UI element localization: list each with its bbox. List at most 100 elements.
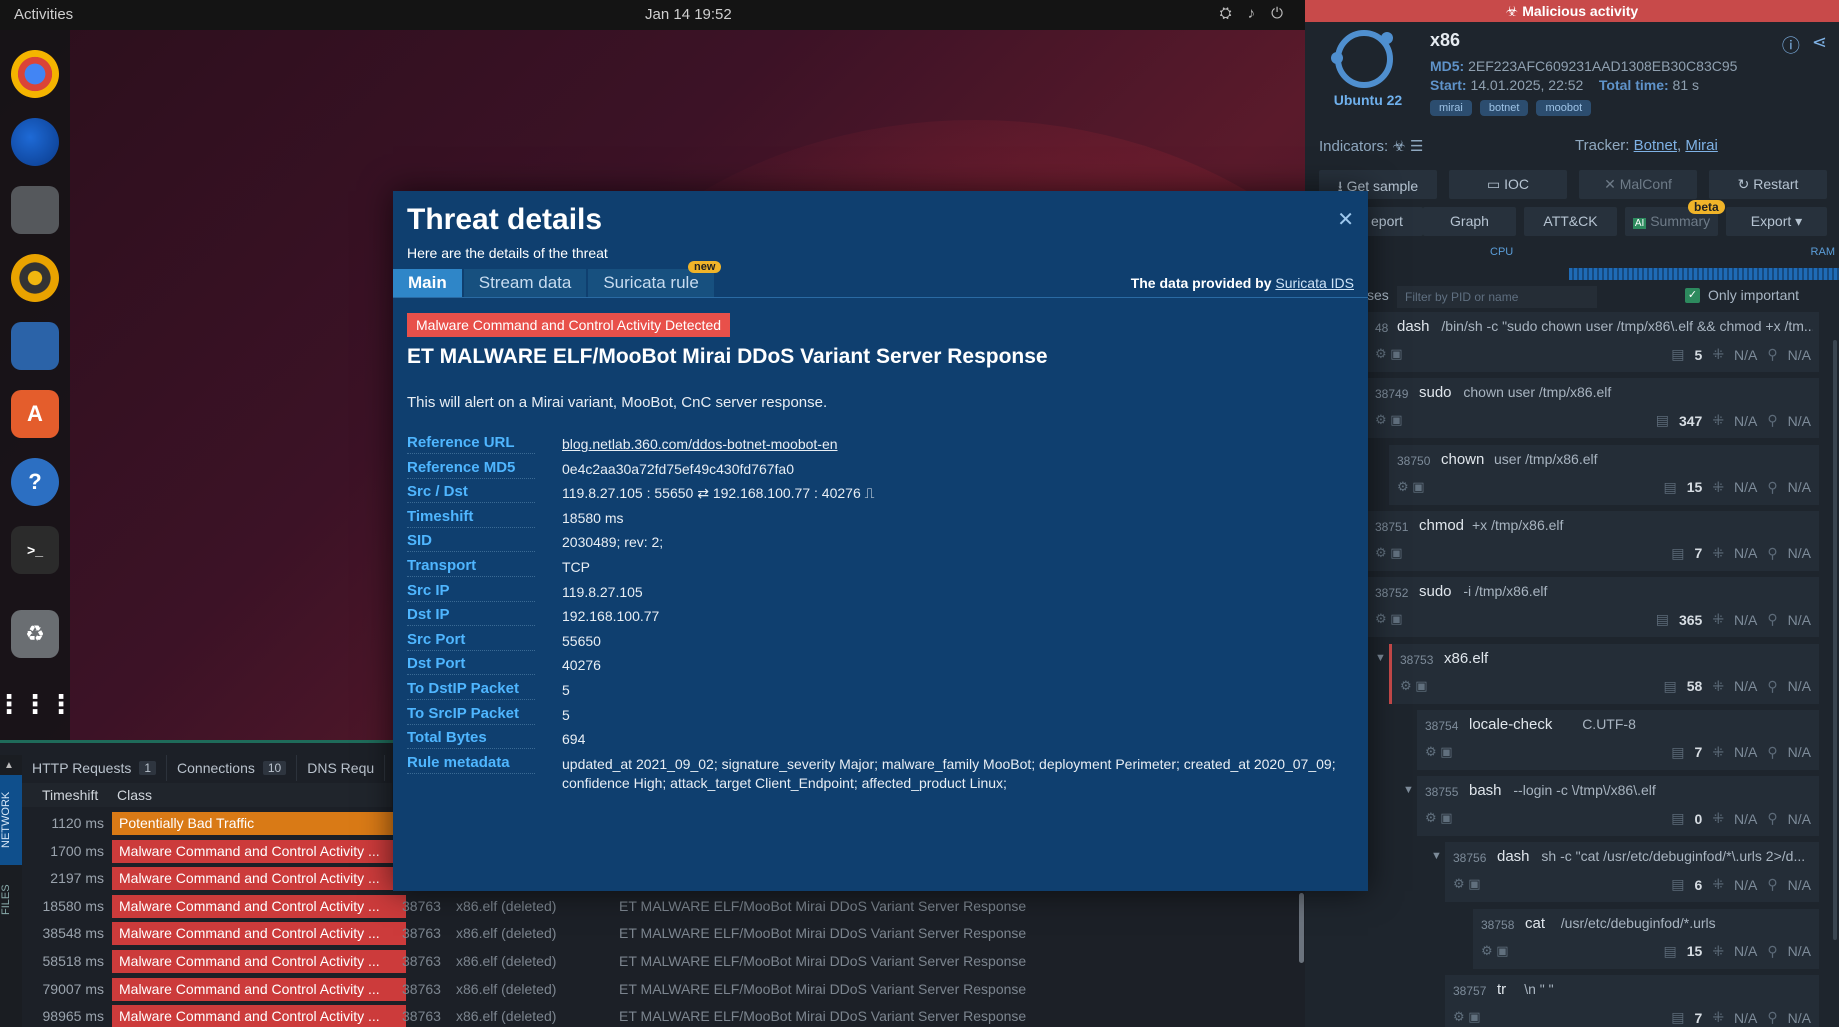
app-grid-icon[interactable]: ⋮⋮⋮ — [0, 680, 74, 728]
files-icon[interactable] — [11, 186, 59, 234]
alert-class-badge: Malware Command and Control Activity Det… — [407, 313, 731, 337]
process-row[interactable]: 38753 x86.elf ⚙ ▣ ▤ 58 ⁜ N/A ⚲ N/A — [1389, 643, 1819, 704]
expand-chevron-icon[interactable]: ▼ — [1403, 784, 1414, 796]
event-process: x86.elf (deleted) — [456, 980, 557, 997]
process-scrollbar[interactable] — [1833, 340, 1837, 940]
process-row[interactable]: 38750 chown user /tmp/x86.elf ⚙ ▣ ▤ 15 ⁜ N/A ⚲ N/… — [1389, 444, 1819, 505]
tab-main[interactable]: Main — [393, 269, 462, 297]
process-net-value: N/A — [1734, 545, 1758, 562]
graph-button[interactable]: Graph — [1423, 207, 1516, 236]
col-timeshift[interactable]: Timeshift — [42, 787, 98, 803]
col-class[interactable]: Class — [117, 787, 152, 803]
button-label: IOC — [1504, 176, 1529, 192]
system-tray[interactable]: ⛭ ♪ ⏻ — [1220, 5, 1283, 22]
events-scrollbar[interactable] — [1299, 893, 1304, 963]
files-side-tab[interactable]: FILES — [0, 870, 22, 930]
process-row[interactable]: 38751 chmod +x /tmp/x86.elf ⚙ ▣ ▤ 7 ⁜ N/A ⚲ N/A — [1367, 510, 1819, 571]
process-row[interactable]: 38754 locale-check C.UTF-8 ⚙ ▣ ▤ 7 ⁜ N/A ⚲ N/A — [1417, 709, 1819, 770]
tab-stream-data[interactable]: Stream data — [463, 269, 587, 297]
process-row[interactable]: 48 dash/bin/sh -c "sudo chown user /tmp/x… — [1367, 312, 1819, 372]
file-icon: ▤ — [1663, 942, 1677, 959]
process-row[interactable]: 38756 dash sh -c "cat /usr/etc/debuginfod/… — [1445, 842, 1819, 903]
writer-icon[interactable] — [11, 322, 59, 370]
expand-chevron-icon[interactable]: ▼ — [1375, 652, 1386, 664]
modal-title: Threat details — [407, 203, 603, 236]
process-filter-input[interactable]: Filter by PID or name — [1397, 286, 1597, 308]
md5-value[interactable]: 2EF223AFC609231AAD1308EB30C83C95 — [1468, 58, 1737, 74]
file-icon: ▤ — [1671, 810, 1685, 827]
process-file-count: 7 — [1694, 545, 1703, 562]
help-icon[interactable]: ? — [11, 458, 59, 506]
event-timeshift: 38548 ms — [42, 925, 104, 942]
tab-label: DNS Requ — [307, 760, 375, 776]
process-row[interactable]: 38757 tr \n " " ⚙ ▣ ▤ 7 ⁜ N/A ⚲ N/A — [1445, 975, 1819, 1027]
process-cmdline: --login -c \/tmp\/x86\.elf — [1513, 782, 1656, 799]
cpu-ram-graph[interactable] — [1569, 268, 1839, 280]
table-row[interactable]: 18580 ms Malware Command and Control Acti… — [22, 893, 1305, 920]
reference-url-link[interactable]: blog.netlab.360.com/ddos-botnet-moobot-e… — [562, 436, 838, 452]
terminal-icon[interactable]: >_ — [11, 526, 59, 574]
process-pid: 38756 — [1453, 851, 1487, 866]
tag-mirai[interactable]: mirai — [1430, 100, 1472, 116]
report-button[interactable]: eport — [1365, 207, 1423, 236]
tracker-botnet-link[interactable]: Botnet — [1634, 137, 1677, 154]
biohazard-indicator-icon[interactable]: ☣ — [1392, 138, 1405, 155]
suricata-ids-link[interactable]: Suricata IDS — [1275, 275, 1354, 291]
info-icon[interactable]: ⓘ — [1782, 32, 1800, 58]
software-center-icon[interactable]: A — [11, 390, 59, 438]
event-class-badge: Potentially Bad Traffic — [112, 812, 406, 835]
process-stats: ▤ 15 ⁜ N/A ⚲ N/A — [1664, 943, 1812, 960]
tab-suricata-rule[interactable]: Suricata rule — [588, 269, 714, 297]
tab-connections[interactable]: Connections 10 — [167, 755, 298, 781]
process-row[interactable]: 38755 bash --login -c \/tmp\/x86\.elf ⚙ ▣ ▤ 0… — [1417, 776, 1819, 837]
expand-chevron-icon[interactable]: ▼ — [1431, 850, 1442, 862]
table-row[interactable]: 98965 ms Malware Command and Control Acti… — [22, 1003, 1305, 1027]
malconf-button[interactable]: ✕ MalConf — [1579, 170, 1697, 199]
link-icon: ⚲ — [1767, 677, 1778, 694]
attck-button[interactable]: ATT&CK — [1524, 207, 1617, 236]
process-row[interactable]: 38749 sudo chown user /tmp/x86.elf ⚙ ▣ ▤ 347 ⁜… — [1367, 378, 1819, 439]
tag-botnet[interactable]: botnet — [1479, 100, 1529, 116]
process-row[interactable]: 38758 cat/usr/etc/debuginfod/*.urls ⚙ ▣ ▤ 15… — [1473, 908, 1819, 969]
file-icon: ▤ — [1671, 544, 1685, 561]
clock[interactable]: Jan 14 19:52 — [645, 6, 732, 23]
table-row[interactable]: 79007 ms Malware Command and Control Acti… — [22, 976, 1305, 1003]
network-icon: ⁜ — [1712, 876, 1725, 893]
process-reg-value: N/A — [1787, 810, 1811, 827]
field-key: Src IP — [407, 582, 535, 602]
thunderbird-icon[interactable] — [11, 118, 59, 166]
trash-icon[interactable]: ♻ — [11, 610, 59, 658]
table-row[interactable]: 58518 ms Malware Command and Control Acti… — [22, 948, 1305, 975]
malicious-banner: ☣ Malicious activity — [1305, 0, 1839, 22]
checkbox-checked-icon[interactable]: ✓ — [1685, 287, 1700, 303]
restart-button[interactable]: ↻ Restart — [1709, 170, 1827, 199]
network-side-tab[interactable]: NETWORK — [0, 775, 22, 865]
process-pid: 38754 — [1425, 718, 1459, 733]
activities-button[interactable]: Activities — [14, 6, 73, 23]
share-icon[interactable]: ⋖ — [1812, 32, 1827, 58]
collapse-icon[interactable]: ▲ — [4, 760, 14, 771]
tab-dns-requests[interactable]: DNS Requ — [297, 755, 386, 781]
process-row[interactable]: 38752 sudo -i /tmp/x86.elf ⚙ ▣ ▤ 365 ⁜ N/A ⚲ N/A — [1367, 577, 1819, 638]
process-file-count: 7 — [1694, 1009, 1703, 1026]
process-name: locale-check — [1469, 715, 1553, 733]
threat-details-modal: Threat details Here are the details of t… — [393, 191, 1368, 891]
button-label: Summary — [1650, 213, 1711, 229]
tabs-divider — [393, 297, 1368, 298]
close-icon[interactable]: ✕ — [1337, 207, 1354, 232]
tag-moobot[interactable]: moobot — [1536, 100, 1592, 116]
process-cmdline: chown user /tmp/x86.elf — [1463, 384, 1612, 401]
tracker-mirai-link[interactable]: Mirai — [1685, 137, 1718, 154]
export-button[interactable]: Export ▾ — [1726, 207, 1827, 236]
list-indicator-icon[interactable]: ☰ — [1410, 138, 1423, 155]
process-stats: ▤ 58 ⁜ N/A ⚲ N/A — [1664, 678, 1812, 695]
process-flags-icon: ⚙ ▣ — [1453, 876, 1481, 892]
only-important-toggle[interactable]: ✓ Only important — [1685, 287, 1799, 303]
rhythmbox-icon[interactable] — [11, 254, 59, 302]
tab-http-requests[interactable]: HTTP Requests 1 — [22, 755, 168, 781]
ioc-button[interactable]: ▭ IOC — [1449, 170, 1567, 199]
chrome-icon[interactable] — [11, 50, 59, 98]
table-row[interactable]: 38548 ms Malware Command and Control Acti… — [22, 920, 1305, 947]
ioc-icon: ▭ — [1486, 176, 1505, 192]
process-name: sudo — [1419, 583, 1452, 601]
